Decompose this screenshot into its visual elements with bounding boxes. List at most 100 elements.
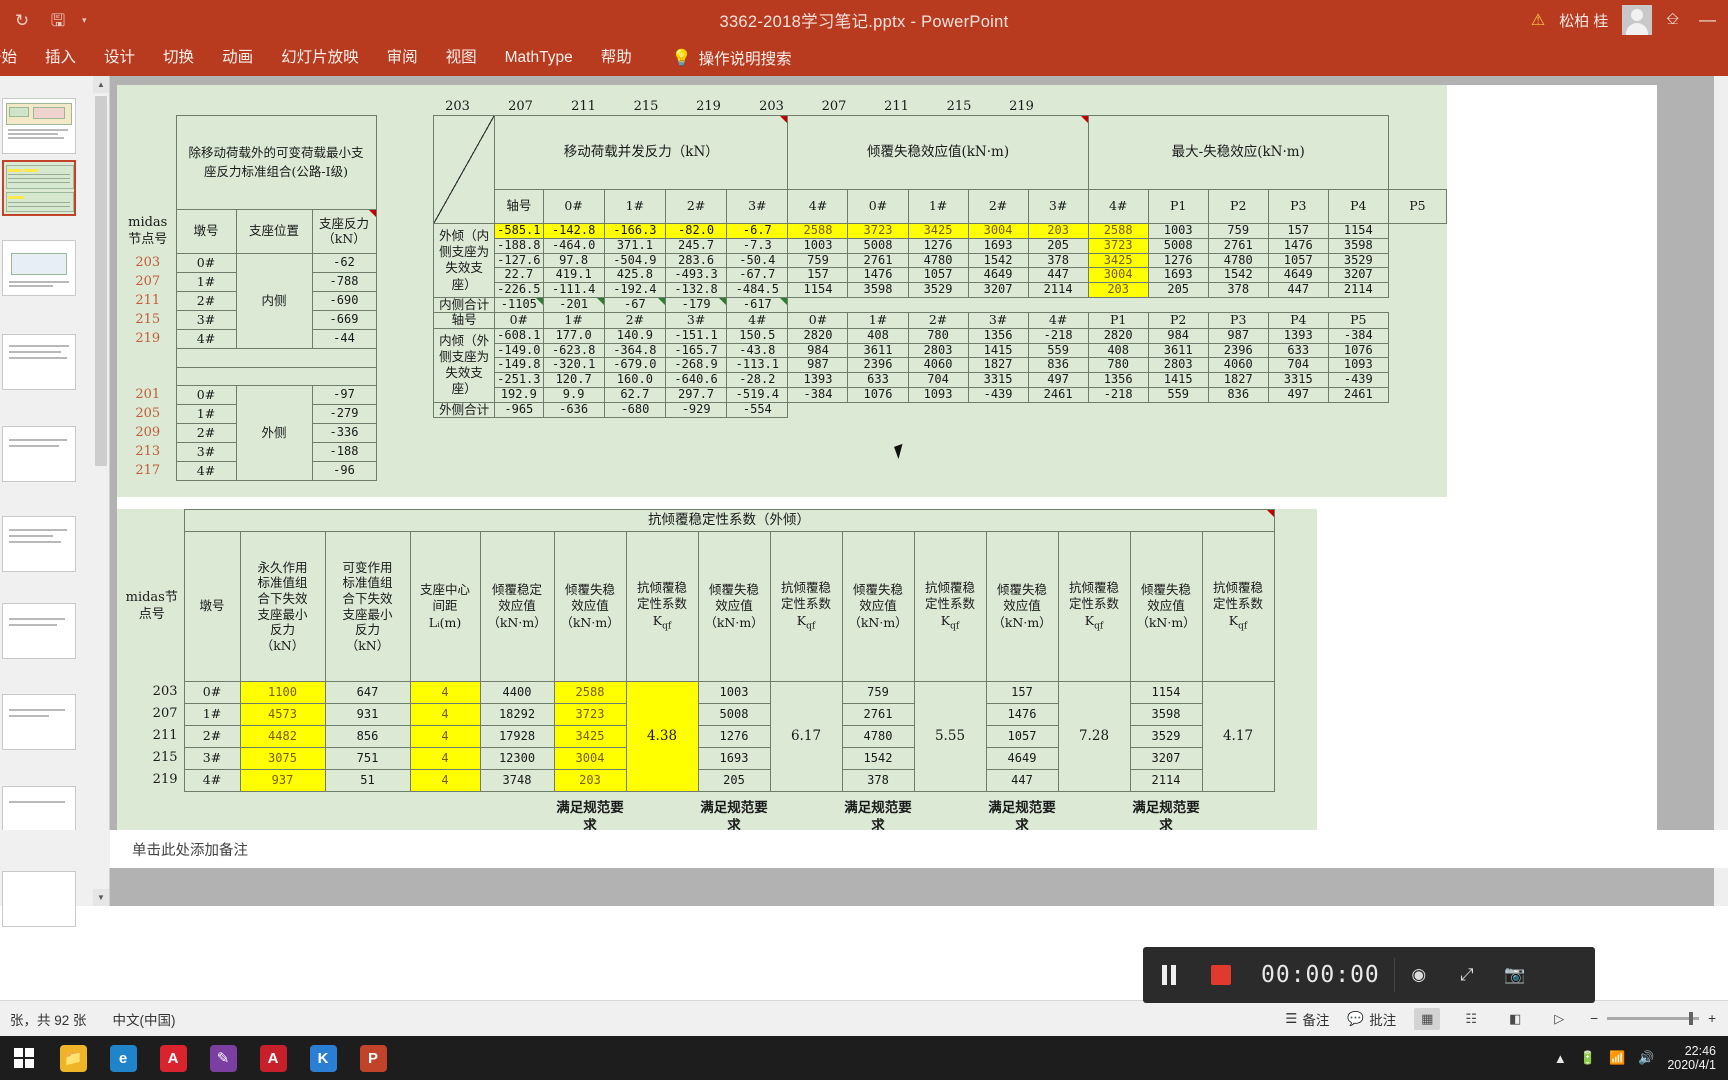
cell-unstable: 2114 <box>1129 769 1203 792</box>
bearing-position-inner: 内侧 <box>235 253 313 349</box>
tab-review[interactable]: 审阅 <box>373 40 432 76</box>
camera-icon[interactable]: 📷 <box>1491 947 1539 1003</box>
ribbon-display-options-icon[interactable]: ⎒ <box>1666 11 1679 29</box>
slide-thumbnail[interactable] <box>2 871 76 927</box>
avatar[interactable] <box>1622 5 1653 35</box>
taskbar-app-adobe[interactable]: A <box>148 1036 198 1080</box>
slide-thumbnail[interactable] <box>2 426 76 482</box>
col-header-unstable-effect: 倾覆失稳 效应值 （kN·m） <box>841 531 915 682</box>
cell-unstable: 759 <box>841 681 915 704</box>
pier-col: P4 <box>1327 189 1389 224</box>
slide-vertical-scrollbar[interactable] <box>1714 76 1728 906</box>
stability-coefficient-table[interactable]: 抗倾覆稳定性系数（外倾） midas节点号 墩号 永久作用 标准值组 合下失效 … <box>120 509 1275 844</box>
thumbnail-scrollbar[interactable]: ▲ ▼ <box>93 76 109 906</box>
cell: 987 <box>1207 327 1269 344</box>
zoom-slider[interactable]: − + <box>1590 1011 1716 1026</box>
cell: 2461 <box>1027 386 1089 403</box>
comments-button[interactable]: 💬 批注 <box>1347 1009 1396 1029</box>
slide-thumbnail-pane[interactable]: ▲ ▼ <box>0 76 110 927</box>
tab-transitions[interactable]: 切换 <box>149 40 208 76</box>
expand-icon[interactable]: ⤢ <box>1443 947 1491 1003</box>
taskbar-app-powerpoint[interactable]: P <box>348 1036 398 1080</box>
pier-col: P5 <box>1327 312 1389 329</box>
load-effect-matrix-table[interactable]: 移动荷载并发反力（kN） 倾覆失稳效应值(kN·m) 最大-失稳效应(kN·m)… <box>432 115 1448 419</box>
zoom-knob[interactable] <box>1689 1012 1694 1025</box>
cell: 1827 <box>1207 372 1269 388</box>
slide-thumbnail-selected[interactable] <box>2 160 76 216</box>
tab-insert[interactable]: 插入 <box>31 40 90 76</box>
user-name[interactable]: 松柏 桂 <box>1559 10 1608 31</box>
cell: 1057 <box>907 267 969 284</box>
windows-start-icon[interactable] <box>0 1036 48 1080</box>
reading-view-icon[interactable]: ◧ <box>1502 1008 1528 1030</box>
cell: -519.4 <box>726 386 789 403</box>
slide-count-label[interactable]: 张，共 92 张 <box>10 1009 87 1029</box>
slide-canvas[interactable]: 203 207 211 215 219 203 207 211 215 219 <box>117 85 1657 868</box>
zoom-out-button[interactable]: − <box>1590 1011 1598 1026</box>
normal-view-icon[interactable]: ▦ <box>1414 1007 1441 1030</box>
cell: 3529 <box>1327 252 1389 269</box>
capture-icon[interactable]: ◉ <box>1395 947 1443 1003</box>
language-label[interactable]: 中文(中国) <box>113 1009 176 1029</box>
tab-slideshow[interactable]: 幻灯片放映 <box>267 40 373 76</box>
warning-icon[interactable]: ⚠ <box>1531 10 1545 30</box>
cell-unstable: 1276 <box>697 725 771 748</box>
cell: 371.1 <box>603 237 666 254</box>
cell: 1276 <box>1147 252 1209 269</box>
taskbar-app-microsoft-edge[interactable]: e <box>98 1036 148 1080</box>
lightbulb-icon: 💡 <box>671 50 692 67</box>
scroll-down-button[interactable]: ▼ <box>93 889 109 906</box>
tab-design[interactable]: 设计 <box>90 40 149 76</box>
slide-sorter-icon[interactable]: ☷ <box>1458 1008 1484 1030</box>
taskbar-app-kingsoft[interactable]: K <box>298 1036 348 1080</box>
screen-recorder-toolbar[interactable]: 00:00:00 ◉ ⤢ 📷 <box>1143 947 1595 1003</box>
cell: 97.8 <box>542 252 605 269</box>
coefficient-value: 5.55 <box>913 681 987 792</box>
inward-group-label: 内倾（外侧支座为失效支座） <box>432 327 496 403</box>
axis-col: 3# <box>726 189 789 224</box>
cell: 4780 <box>907 252 969 269</box>
zoom-in-button[interactable]: + <box>1708 1011 1716 1026</box>
taskbar-app-onenote[interactable]: ✎ <box>198 1036 248 1080</box>
embedded-spreadsheet-bottom[interactable]: 抗倾覆稳定性系数（外倾） midas节点号 墩号 永久作用 标准值组 合下失效 … <box>117 509 1317 844</box>
cell: -226.5 <box>494 282 544 298</box>
slide-thumbnail[interactable] <box>2 334 76 390</box>
volume-icon[interactable]: 🔊 <box>1638 1050 1654 1066</box>
minimize-button[interactable]: — <box>1693 10 1722 30</box>
scrollbar-thumb[interactable] <box>95 96 107 466</box>
slide-thumbnail[interactable] <box>2 694 76 750</box>
cell: 378 <box>1207 282 1269 298</box>
tell-me-search[interactable]: 💡 操作说明搜索 <box>646 47 792 69</box>
taskbar-app-file-explorer[interactable]: 📁 <box>48 1036 98 1080</box>
tab-view[interactable]: 视图 <box>432 40 491 76</box>
embedded-spreadsheet-top[interactable]: 203 207 211 215 219 203 207 211 215 219 <box>117 85 1448 497</box>
cell-unstable: 2588 <box>553 681 627 704</box>
wifi-icon[interactable]: 📶 <box>1609 1050 1625 1066</box>
cell: 1415 <box>1147 372 1209 388</box>
tab-home[interactable]: 开始 <box>0 40 31 76</box>
pier-id: 0# <box>183 681 241 704</box>
clock[interactable]: 22:46 2020/4/1 <box>1667 1044 1716 1073</box>
tab-help[interactable]: 帮助 <box>587 40 646 76</box>
notes-button[interactable]: ☰ 备注 <box>1285 1009 1329 1029</box>
scroll-up-button[interactable]: ▲ <box>93 76 109 93</box>
battery-icon[interactable]: 🔋 <box>1580 1050 1596 1066</box>
title-bar-right-group: ⚠ 松柏 桂 ⎒ — <box>1531 0 1722 40</box>
cell: 425.8 <box>603 267 666 284</box>
taskbar-app-pdf-reader[interactable]: A <box>248 1036 298 1080</box>
cell: 192.9 <box>494 386 544 403</box>
slideshow-icon[interactable]: ▷ <box>1546 1008 1572 1030</box>
show-hidden-icons[interactable]: ▲ <box>1554 1051 1567 1066</box>
slide-thumbnail[interactable] <box>2 240 76 296</box>
pause-button[interactable] <box>1143 947 1195 1003</box>
table-row: 203 0# 1100 647 4 4400 2588 4.38 1003 6.… <box>120 681 1275 792</box>
slide-thumbnail[interactable] <box>2 603 76 659</box>
notes-pane[interactable]: 单击此处添加备注 <box>110 830 1728 868</box>
stop-button[interactable] <box>1195 947 1247 1003</box>
slide-thumbnail[interactable] <box>2 516 76 572</box>
slide-thumbnail[interactable] <box>2 98 76 154</box>
tab-animations[interactable]: 动画 <box>208 40 267 76</box>
reaction-summary-table[interactable]: 除移动荷载外的可变荷载最小支座反力标准组合(公路-I级) midas节点号 墩号… <box>120 115 377 481</box>
zoom-track[interactable] <box>1607 1012 1700 1025</box>
tab-mathtype[interactable]: MathType <box>491 40 587 76</box>
